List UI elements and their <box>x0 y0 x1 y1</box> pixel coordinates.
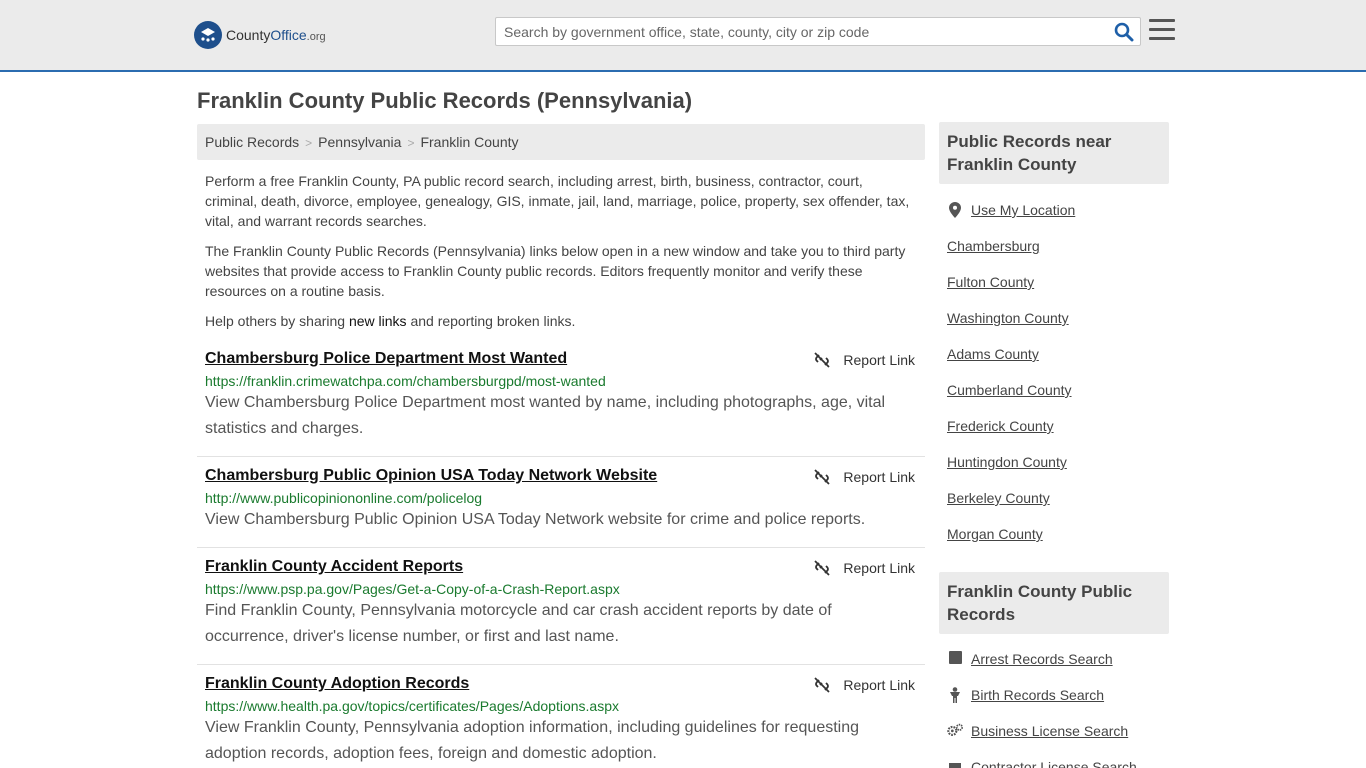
page-title: Franklin County Public Records (Pennsylv… <box>197 88 693 113</box>
record-description: View Chambersburg Public Opinion USA Tod… <box>205 511 866 528</box>
intro-help-text-end: and reporting broken links. <box>406 313 576 329</box>
record-url: https://www.psp.pa.gov/Pages/Get-a-Copy-… <box>205 581 620 597</box>
report-link-button[interactable]: Report Link <box>813 559 915 577</box>
sidebar-item-chambersburg[interactable]: Chambersburg <box>947 238 1075 274</box>
report-link-label: Report Link <box>843 469 915 485</box>
intro-text: Perform a free Franklin County, PA publi… <box>205 171 917 341</box>
sidebar-item-business-license[interactable]: Business License Search <box>947 723 1137 759</box>
sidebar-link[interactable]: Business License Search <box>971 723 1128 739</box>
search-icon[interactable] <box>1114 22 1134 42</box>
sidebar-item-morgan-county[interactable]: Morgan County <box>947 526 1075 562</box>
intro-paragraph-2: The Franklin County Public Records (Penn… <box>205 243 906 299</box>
report-link-label: Report Link <box>843 560 915 576</box>
sidebar-item-washington-county[interactable]: Washington County <box>947 310 1075 346</box>
sidebar-item-fulton-county[interactable]: Fulton County <box>947 274 1075 310</box>
sidebar-link[interactable]: Cumberland County <box>947 382 1072 398</box>
site-header: CountyOffice.org <box>0 0 1366 72</box>
sidebar-item-birth-records[interactable]: Birth Records Search <box>947 687 1137 723</box>
sidebar-records-title: Franklin County Public Records <box>939 572 1169 634</box>
sidebar-item-contractor-license[interactable]: Contractor License Search <box>947 759 1137 768</box>
sidebar-item-cumberland-county[interactable]: Cumberland County <box>947 382 1075 418</box>
record-description: View Franklin County, Pennsylvania adopt… <box>205 719 860 762</box>
breadcrumb-pennsylvania[interactable]: Pennsylvania <box>318 134 401 150</box>
record-item: Franklin County Adoption Records Report … <box>197 675 925 768</box>
sidebar-link[interactable]: Chambersburg <box>947 238 1040 254</box>
record-url: https://www.health.pa.gov/topics/certifi… <box>205 698 620 714</box>
record-url: http://www.publicopiniononline.com/polic… <box>205 490 483 506</box>
breadcrumb-franklin-county[interactable]: Franklin County <box>420 134 518 150</box>
breadcrumb: Public Records > Pennsylvania > Franklin Cou… <box>197 124 925 160</box>
sidebar-link[interactable]: Morgan County <box>947 526 1043 542</box>
record-item: Chambersburg Public Opinion USA Today Ne… <box>197 467 925 548</box>
logo-office: Office <box>270 27 307 43</box>
map-pin-icon <box>947 202 963 218</box>
sidebar-item-arrest-records[interactable]: Arrest Records Search <box>947 651 1137 687</box>
logo-text: CountyOffice.org <box>226 27 326 43</box>
sidebar-link[interactable]: Fulton County <box>947 274 1034 290</box>
sidebar-link[interactable]: Frederick County <box>947 418 1054 434</box>
sidebar-item-huntingdon-county[interactable]: Huntingdon County <box>947 454 1075 490</box>
broken-link-icon <box>814 677 831 693</box>
report-link-button[interactable]: Report Link <box>813 468 915 486</box>
sidebar-link[interactable]: Huntingdon County <box>947 454 1067 470</box>
report-link-label: Report Link <box>843 677 915 693</box>
sidebar-item-use-my-location[interactable]: Use My Location <box>947 202 1075 238</box>
broken-link-icon <box>814 352 831 368</box>
intro-paragraph-3: Help others by sharing new links and rep… <box>205 311 917 331</box>
sidebar-link[interactable]: Birth Records Search <box>971 687 1104 703</box>
breadcrumb-public-records[interactable]: Public Records <box>205 134 299 150</box>
record-description: View Chambersburg Police Department most… <box>205 394 886 437</box>
record-title-link[interactable]: Franklin County Accident Reports <box>205 558 463 576</box>
sidebar-item-berkeley-county[interactable]: Berkeley County <box>947 490 1075 526</box>
child-icon <box>947 687 963 703</box>
sidebar-link[interactable]: Adams County <box>947 346 1039 362</box>
use-my-location-link[interactable]: Use My Location <box>971 202 1075 218</box>
sidebar-link[interactable]: Berkeley County <box>947 490 1050 506</box>
sidebar-records-list: Arrest Records Search Birth Records Sear… <box>947 651 1137 768</box>
record-item: Franklin County Accident Reports Report … <box>197 558 925 665</box>
broken-link-icon <box>814 469 831 485</box>
sidebar-item-adams-county[interactable]: Adams County <box>947 346 1075 382</box>
logo-tld: .org <box>306 31 326 43</box>
record-url: https://franklin.crimewatchpa.com/chambe… <box>205 373 606 389</box>
arrest-square-icon <box>947 651 963 664</box>
new-links-link[interactable]: new links <box>349 313 407 329</box>
record-description: Find Franklin County, Pennsylvania motor… <box>205 602 832 645</box>
report-link-button[interactable]: Report Link <box>813 351 915 369</box>
intro-paragraph-1: Perform a free Franklin County, PA publi… <box>205 173 910 229</box>
gears-icon <box>947 723 963 737</box>
sidebar-nearby-title: Public Records near Franklin County <box>939 122 1169 184</box>
broken-link-icon <box>814 560 831 576</box>
record-title-link[interactable]: Chambersburg Police Department Most Want… <box>205 350 567 368</box>
contractor-icon <box>947 759 963 768</box>
sidebar-link[interactable]: Contractor License Search <box>971 759 1137 768</box>
report-link-button[interactable]: Report Link <box>813 676 915 694</box>
logo-seal-icon <box>194 21 222 49</box>
search-box <box>495 17 1141 46</box>
intro-help-text: Help others by sharing <box>205 313 349 329</box>
sidebar-link[interactable]: Arrest Records Search <box>971 651 1113 667</box>
sidebar-nearby-list: Use My Location Chambersburg Fulton Coun… <box>947 202 1075 562</box>
record-title-link[interactable]: Chambersburg Public Opinion USA Today Ne… <box>205 467 657 485</box>
site-logo[interactable]: CountyOffice.org <box>194 21 326 49</box>
record-item: Chambersburg Police Department Most Want… <box>197 350 925 457</box>
logo-county: County <box>226 27 271 43</box>
search-input[interactable] <box>496 18 1096 45</box>
record-title-link[interactable]: Franklin County Adoption Records <box>205 675 469 693</box>
report-link-label: Report Link <box>843 352 915 368</box>
sidebar-link[interactable]: Washington County <box>947 310 1069 326</box>
hamburger-menu-icon[interactable] <box>1149 19 1175 41</box>
sidebar-item-frederick-county[interactable]: Frederick County <box>947 418 1075 454</box>
